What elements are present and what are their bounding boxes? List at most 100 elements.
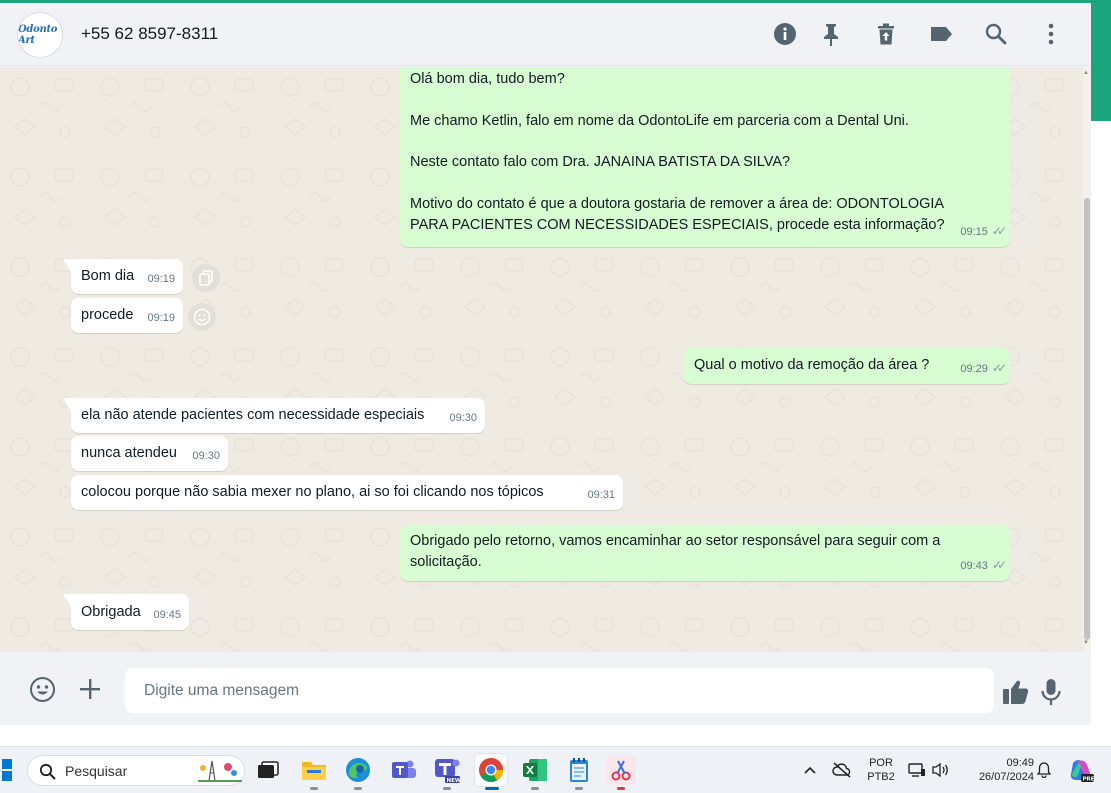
message-text: Obrigada (81, 604, 141, 620)
message-line: Neste contato falo com Dra. JANAINA BATI… (410, 154, 791, 171)
message-time: 09:30 (192, 450, 220, 463)
clock-date: 26/07/2024 (978, 771, 1034, 783)
message-input[interactable] (125, 668, 994, 713)
windows-taskbar: Pesquisar NEW POR PTB2 09:49 26/07/2024 … (0, 746, 1111, 793)
edge-icon[interactable] (343, 755, 373, 790)
taskbar-clock[interactable]: 09:49 26/07/2024 (962, 756, 1034, 784)
running-indicator (531, 787, 539, 790)
windows-start-icon[interactable] (0, 755, 16, 785)
message-meta: 09:29 ✓✓ (960, 358, 1007, 380)
react-emoji-icon[interactable] (188, 303, 216, 331)
message-time: 09:31 (587, 489, 615, 502)
message-line-blank (410, 131, 945, 152)
teams-new-icon[interactable]: NEW (432, 755, 462, 790)
message-bubble-incoming[interactable]: ela não atende pacientes com necessidade… (63, 398, 485, 433)
window-bottom-margin (0, 725, 1111, 746)
running-indicator (575, 787, 583, 790)
message-line: solicitação. (410, 553, 482, 570)
language-code: POR (869, 757, 893, 769)
running-indicator (443, 787, 451, 790)
running-indicator (617, 787, 625, 790)
message-meta: 09:43 ✓✓ (960, 555, 1007, 577)
message-text: ela não atende pacientes com necessidade… (81, 407, 425, 423)
message-text: colocou porque não sabia mexer no plano,… (81, 484, 544, 500)
whatsapp-window: Odonto Art +55 62 8597-8311 Olá bom dia,… (0, 0, 1111, 793)
volume-icon[interactable] (929, 755, 953, 785)
running-indicator (354, 787, 362, 790)
svg-text:NEW: NEW (447, 778, 461, 783)
svg-text:PRE: PRE (1083, 777, 1095, 783)
microphone-icon[interactable] (1036, 677, 1066, 707)
message-line: Motivo do contato é que a doutora gostar… (410, 195, 945, 212)
read-receipt-icon: ✓✓ (991, 361, 1007, 376)
message-line: Obrigado pelo retorno, vamos encaminhar … (410, 533, 941, 549)
message-bubble-outgoing[interactable]: Olá bom dia, tudo bem? Me chamo Ketlin, … (400, 67, 1010, 247)
message-text: nunca atendeu (81, 445, 177, 461)
message-time: 09:45 (153, 609, 181, 622)
message-bubble-outgoing[interactable]: Obrigado pelo retorno, vamos encaminhar … (400, 525, 1010, 581)
search-icon (39, 763, 56, 780)
taskbar-search-label: Pesquisar (65, 763, 128, 779)
snipping-tool-icon[interactable] (606, 755, 636, 790)
message-bubble-incoming[interactable]: colocou porque não sabia mexer no plano,… (71, 475, 623, 510)
label-icon[interactable] (928, 21, 954, 47)
network-icon[interactable] (905, 755, 929, 785)
thumbs-up-icon[interactable] (1001, 677, 1031, 707)
input-language-indicator[interactable]: POR PTB2 (864, 756, 898, 784)
chat-scrollbar-thumb[interactable] (1084, 198, 1090, 640)
read-receipt-icon: ✓✓ (991, 558, 1007, 573)
menu-icon[interactable] (1038, 21, 1064, 47)
contact-avatar[interactable]: Odonto Art (17, 12, 63, 58)
message-time: 09:19 (147, 273, 175, 286)
message-meta: 09:15 ✓✓ (960, 221, 1007, 243)
chat-header[interactable]: Odonto Art +55 62 8597-8311 (0, 3, 1091, 66)
message-bubble-incoming[interactable]: nunca atendeu 09:30 (71, 436, 228, 471)
onedrive-offline-icon[interactable] (828, 755, 856, 785)
file-explorer-icon[interactable] (299, 755, 329, 790)
taskbar-search-box[interactable]: Pesquisar (27, 755, 245, 786)
show-hidden-icons-chevron-icon[interactable] (796, 755, 824, 785)
teams-icon[interactable] (389, 755, 419, 785)
search-icon[interactable] (983, 21, 1009, 47)
message-time: 09:43 (960, 560, 988, 573)
message-line: PARA PACIENTES COM NECESSIDADES ESPECIAI… (410, 216, 945, 233)
scroll-down-arrow-icon[interactable]: ▼ (1083, 640, 1089, 646)
message-text: procede (81, 307, 134, 323)
message-line: Me chamo Ketlin, falo em nome da OdontoL… (410, 112, 909, 129)
contact-name[interactable]: +55 62 8597-8311 (81, 24, 218, 44)
message-line-blank (410, 173, 945, 194)
message-text: Olá bom dia, tudo bem? Me chamo Ketlin, … (410, 69, 945, 235)
message-text: Bom dia (81, 268, 135, 284)
copy-icon[interactable] (192, 264, 220, 292)
clock-time: 09:49 (1006, 757, 1034, 769)
message-bubble-incoming[interactable]: procede 09:19 (71, 298, 183, 333)
avatar-logo-text: Odonto Art (18, 24, 58, 46)
message-line: Olá bom dia, tudo bem? (410, 71, 565, 87)
running-indicator (310, 787, 318, 790)
notepad-icon[interactable] (564, 755, 594, 790)
emoji-icon[interactable] (27, 674, 57, 704)
trash-icon[interactable] (873, 21, 899, 47)
active-indicator (485, 787, 499, 790)
window-side-margin (1091, 121, 1111, 746)
info-icon[interactable] (772, 21, 798, 47)
message-bubble-incoming[interactable]: Obrigada 09:45 (63, 594, 189, 630)
message-bubble-outgoing[interactable]: Qual o motivo da remoção da área ? 09:29… (684, 348, 1010, 384)
pin-icon[interactable] (818, 21, 844, 47)
message-text: Obrigado pelo retorno, vamos encaminhar … (410, 531, 940, 573)
message-list[interactable]: Olá bom dia, tudo bem? Me chamo Ketlin, … (0, 67, 1091, 652)
chrome-icon[interactable] (474, 753, 508, 790)
message-time: 09:19 (147, 312, 175, 325)
scroll-up-arrow-icon[interactable]: ▲ (1083, 70, 1089, 76)
message-composer (0, 652, 1091, 725)
notification-bell-icon[interactable] (1031, 755, 1057, 785)
message-bubble-incoming[interactable]: Bom dia 09:19 (63, 259, 183, 294)
task-view-icon[interactable] (253, 755, 283, 785)
message-time: 09:15 (960, 226, 988, 239)
plus-icon[interactable] (75, 674, 105, 704)
message-text: Qual o motivo da remoção da área ? (694, 357, 930, 373)
excel-icon[interactable] (520, 755, 550, 790)
search-highlight-paris-icon (198, 760, 242, 782)
keyboard-layout: PTB2 (867, 771, 895, 783)
copilot-icon[interactable]: PRE (1066, 755, 1096, 785)
